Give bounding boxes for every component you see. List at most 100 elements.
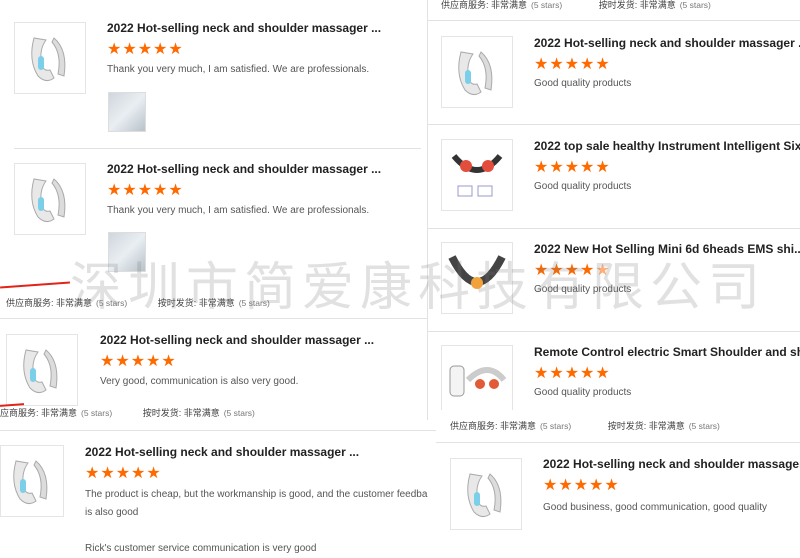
rating-stars: ★ ★ ★ ★ ★ [107,42,183,58]
review-photo[interactable] [108,92,146,132]
neck-massager-image [458,51,493,96]
divider [0,318,427,319]
star-icon: ★ [85,465,100,482]
product-title[interactable]: 2022 Hot-selling neck and shoulder massa… [85,445,385,459]
review-text-line: is also good [85,507,139,518]
neck-massager-image [31,37,66,82]
right-bottom-panel: 供应商服务: 非常满意 (5 stars) 按时发货: 非常满意 (5 stars)… [436,410,800,558]
rating-stars: ★ ★ ★ ★ ★ [543,478,619,494]
star-icon: ★ [100,465,115,482]
product-title[interactable]: 2022 top sale healthy Instrument Intelli… [534,139,800,153]
neck-massager-image [31,178,66,223]
review-text: Good quality products [534,387,632,398]
star-icon: ★ [130,353,146,370]
product-thumbnail[interactable] [14,163,86,235]
star-icon: ★ [595,56,610,73]
star-icon: ★ [107,182,122,199]
star-icon: ★ [534,262,549,279]
review-text: Good quality products [534,181,632,192]
left-mid-panel: 2022 Hot-selling neck and shoulder massa… [0,318,427,420]
left-bottom-panel: 2022 Hot-selling neck and shoulder massa… [0,430,436,558]
rating-stars: ★ ★ ★ ★ ★ [534,160,610,176]
star-icon: ★ [137,182,153,199]
left-review-item: 2022 Hot-selling neck and shoulder massa… [0,8,421,148]
star-icon: ★ [115,465,131,482]
product-title[interactable]: Remote Control electric Smart Shoulder a… [534,345,800,359]
star-icon: ★ [534,56,549,73]
product-thumbnail[interactable] [441,242,513,314]
product-title[interactable]: 2022 Hot-selling neck and shoulder massa… [100,333,400,347]
product-thumbnail[interactable] [6,334,78,406]
review-text: Thank you very much, I am satisfied. We … [107,205,370,216]
star-icon: ★ [161,353,176,370]
star-icon: ★ [580,365,595,382]
review-photo[interactable] [108,232,146,272]
star-icon: ★ [595,159,610,176]
star-icon: ★ [131,465,146,482]
left-top-panel: 2022 Hot-selling neck and shoulder massa… [0,0,421,318]
product-thumbnail[interactable] [14,22,86,94]
star-icon: ★ [168,41,183,58]
product-thumbnail[interactable] [441,139,513,211]
right-review-item: 2022 top sale healthy Instrument Intelli… [427,125,800,229]
left-review-item: 2022 Hot-selling neck and shoulder massa… [0,150,421,280]
ems-massager-image [448,255,506,289]
star-icon: ★ [168,182,183,199]
product-title[interactable]: 2022 Hot-selling neck and shoulder massa… [534,36,800,50]
star-icon: ★ [604,477,619,494]
divider [436,442,800,443]
rating-stars: ★ ★ ★ ★ ★ [107,183,183,199]
red-scribble [0,281,70,289]
review-text: Good quality products [534,78,632,89]
star-icon: ★ [534,159,549,176]
star-icon: ★ [122,182,137,199]
star-icon: ★ [558,477,573,494]
star-icon: ★ [100,353,115,370]
review-text: Very good, communication is also very go… [100,376,299,387]
rating-stars: ★ ★ ★ ★ ★ [534,57,610,73]
half-star-icon: ★ [595,262,610,279]
star-icon: ★ [564,365,580,382]
divider [0,430,436,431]
neck-massager-image [467,473,502,518]
divider [14,148,421,149]
right-top-meta: 供应商服务: 非常满意 (5 stars) 按时发货: 非常满意 (5 stars) [441,0,711,10]
star-icon: ★ [580,56,595,73]
left-mid-meta: 应商服务: 非常满意 (5 stars) 按时发货: 非常满意 (5 stars) [0,408,255,418]
product-title[interactable]: 2022 Hot-selling neck and shoulder massa… [107,21,407,35]
star-icon: ★ [549,365,564,382]
product-title[interactable]: 2022 New Hot Selling Mini 6d 6heads EMS … [534,242,800,256]
product-thumbnail[interactable] [0,445,64,517]
star-icon: ★ [153,41,168,58]
star-icon: ★ [107,41,122,58]
neck-massager-image [13,460,48,505]
star-icon: ★ [137,41,153,58]
star-icon: ★ [549,159,564,176]
remote-massager-image [449,365,507,397]
star-icon: ★ [564,159,580,176]
product-thumbnail[interactable] [441,36,513,108]
neck-massager-image [23,349,58,394]
star-icon: ★ [595,365,610,382]
star-icon: ★ [146,465,161,482]
product-thumbnail[interactable] [450,458,522,530]
star-icon: ★ [534,365,549,382]
star-icon: ★ [543,477,558,494]
review-text: Good quality products [534,284,632,295]
product-title[interactable]: 2022 Hot-selling neck and shoulder massa… [543,457,800,471]
product-thumbnail[interactable] [441,345,513,417]
product-title[interactable]: 2022 Hot-selling neck and shoulder massa… [107,162,407,176]
star-icon: ★ [549,262,564,279]
star-icon: ★ [573,477,589,494]
right-bottom-meta: 供应商服务: 非常满意 (5 stars) 按时发货: 非常满意 (5 stars) [450,421,720,431]
star-icon: ★ [580,262,595,279]
star-icon: ★ [564,262,580,279]
six-head-massager-image [451,154,503,197]
star-icon: ★ [122,41,137,58]
star-icon: ★ [589,477,604,494]
star-icon: ★ [564,56,580,73]
right-review-item: 2022 New Hot Selling Mini 6d 6heads EMS … [427,228,800,332]
right-review-item: Remote Control electric Smart Shoulder a… [427,331,800,421]
divider [427,20,800,21]
rating-stars: ★ ★ ★ ★ ★ [100,354,176,370]
